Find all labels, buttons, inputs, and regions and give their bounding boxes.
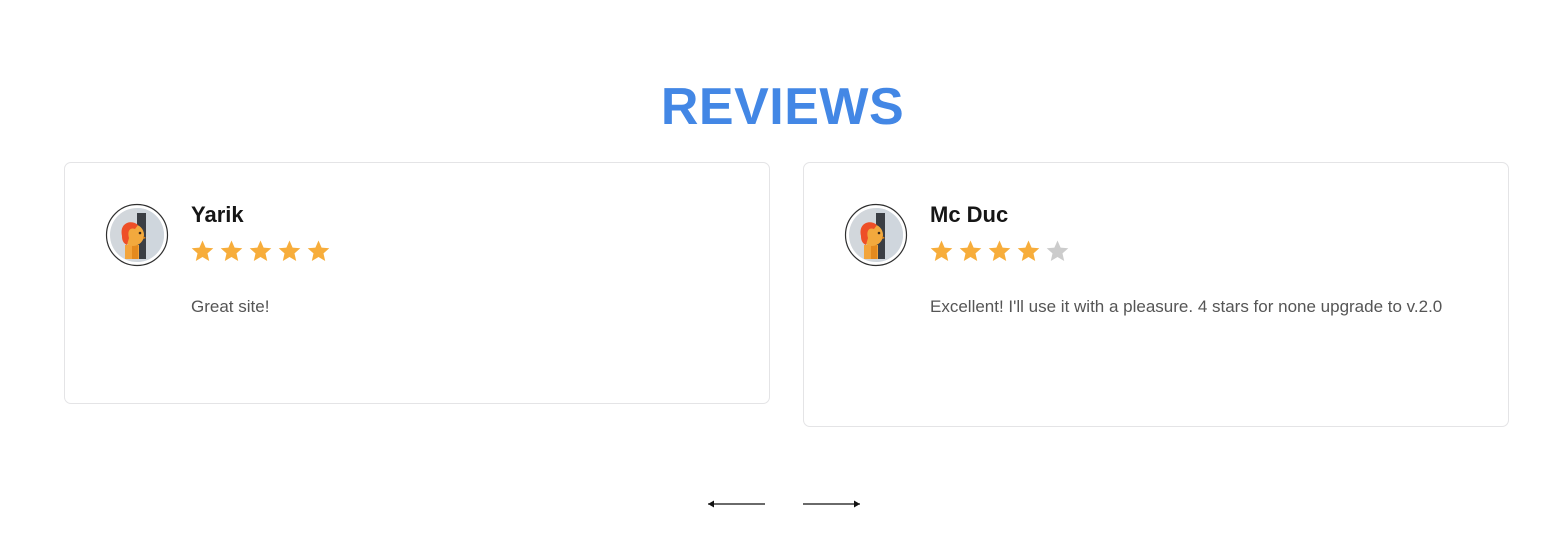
reviewer-name: Mc Duc: [930, 202, 1009, 227]
review-text: Excellent! I'll use it with a pleasure. …: [930, 297, 1443, 316]
star-filled-icon: [278, 240, 301, 261]
star-filled-icon: [959, 240, 982, 261]
arrow-right-icon: [803, 500, 860, 508]
star-filled-icon: [220, 240, 243, 261]
review-text: Great site!: [191, 297, 270, 316]
star-filled-icon: [988, 240, 1011, 261]
star-filled-icon: [307, 240, 330, 261]
page-title: REVIEWS: [660, 77, 905, 136]
review-card: Mc Duc Excellent! I'll use it with a ple…: [803, 162, 1509, 427]
user-avatar-icon: [844, 203, 908, 267]
star-filled-icon: [191, 240, 214, 261]
prev-review-button[interactable]: [706, 495, 766, 513]
star-filled-icon: [1017, 240, 1040, 261]
star-rating: [929, 239, 1070, 265]
star-empty-icon: [1046, 240, 1069, 261]
next-review-button[interactable]: [802, 495, 862, 513]
user-avatar-icon: [105, 203, 169, 267]
reviewer-name: Yarik: [191, 202, 244, 227]
star-filled-icon: [930, 240, 953, 261]
star-filled-icon: [249, 240, 272, 261]
review-card: Yarik Great site!: [64, 162, 770, 404]
star-rating: [190, 239, 331, 265]
arrow-left-icon: [708, 500, 765, 508]
